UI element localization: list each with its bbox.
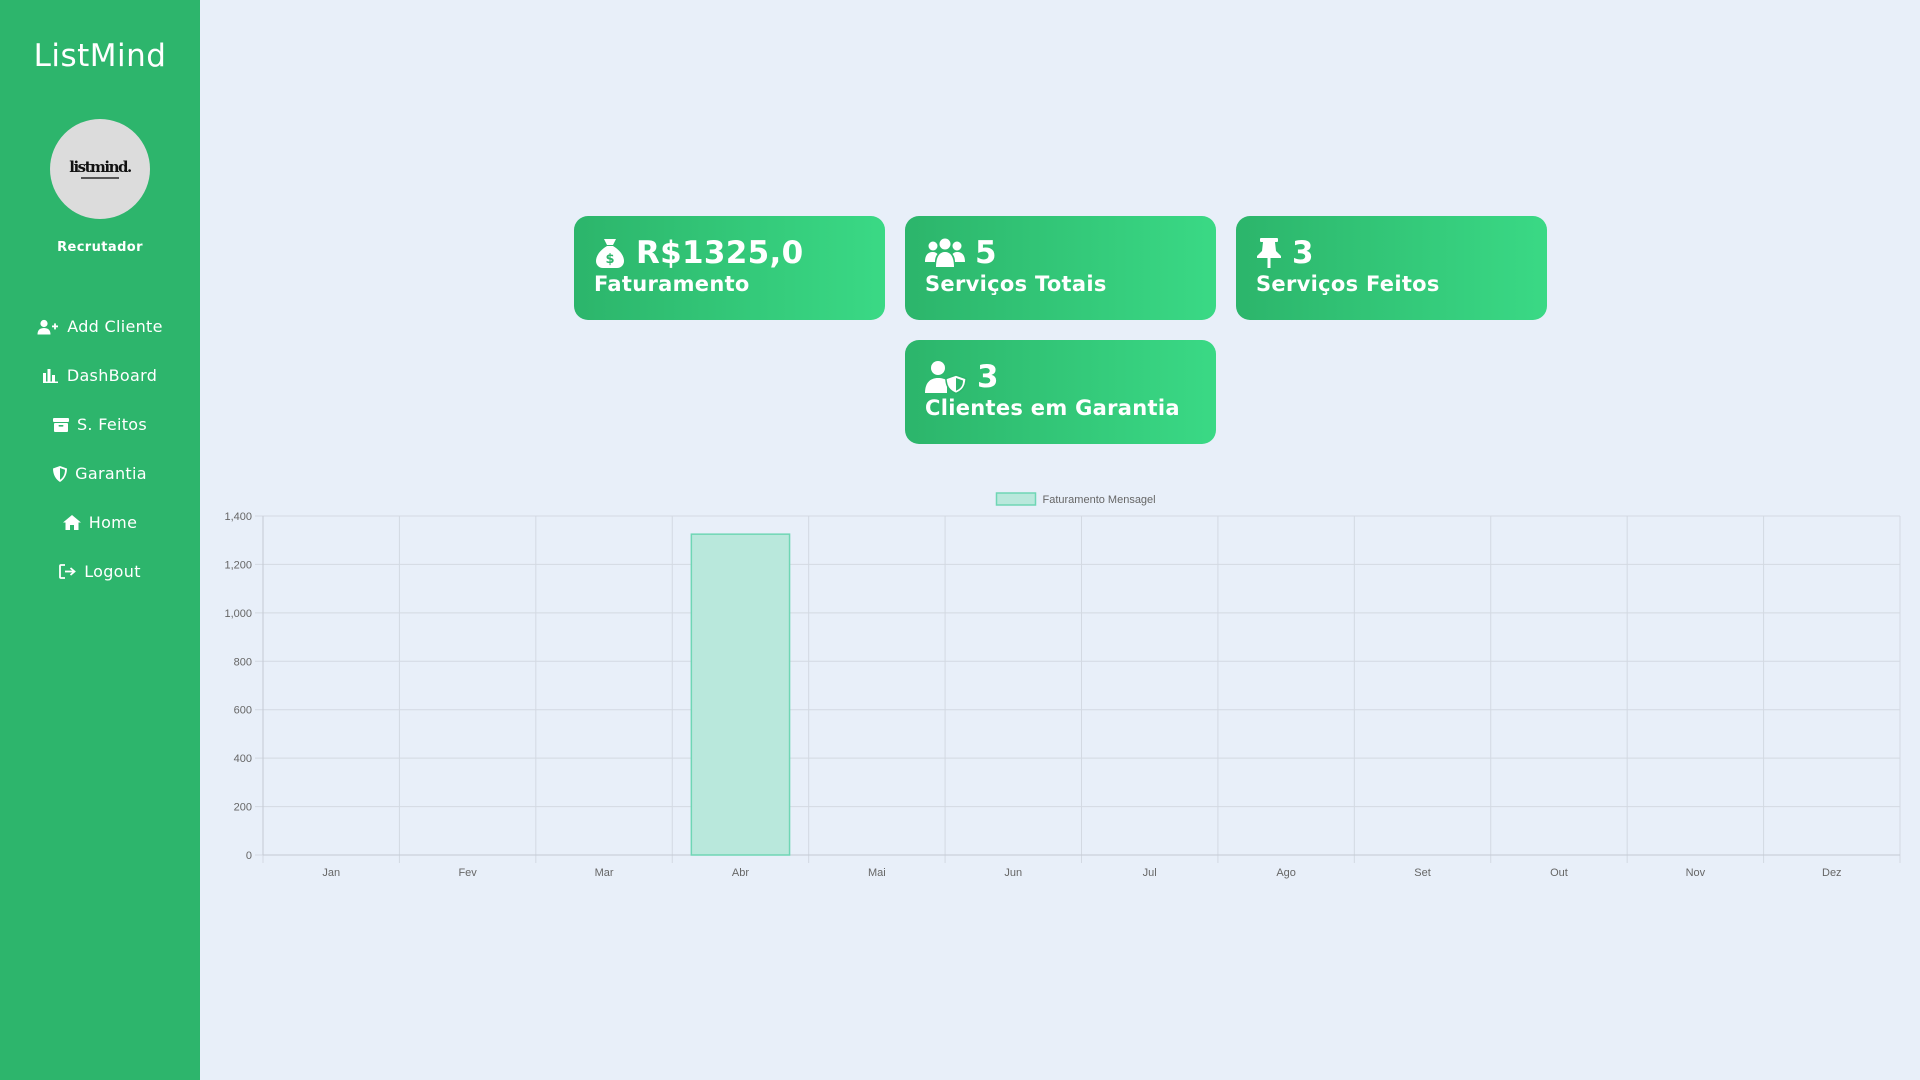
nav-item-s-feitos[interactable]: S. Feitos xyxy=(0,400,200,449)
nav-item-logout[interactable]: Logout xyxy=(0,547,200,596)
bar-chart-icon xyxy=(42,369,58,383)
nav-item-label: Logout xyxy=(84,562,141,581)
card-value: R$1325,0 xyxy=(636,235,804,271)
nav-item-garantia[interactable]: Garantia xyxy=(0,449,200,498)
y-tick-label: 800 xyxy=(234,656,252,668)
app-title: ListMind xyxy=(33,38,167,74)
x-tick-label: Fev xyxy=(458,867,477,879)
stats-row-bottom: 3 Clientes em Garantia xyxy=(573,340,1548,444)
card-label: Serviços Totais xyxy=(925,272,1107,296)
nav-item-label: Add Cliente xyxy=(67,317,163,336)
user-role: Recrutador xyxy=(57,240,143,255)
x-tick-label: Ago xyxy=(1276,867,1296,879)
card-value: 5 xyxy=(975,235,997,271)
revenue-bar-chart: 0 200 400 600 800 1,000 1,200 1,400 Jan Fev Mar Abr… xyxy=(224,492,1901,879)
avatar-logo-text: listmind. xyxy=(69,157,132,176)
money-bag-icon: $ xyxy=(596,239,624,268)
avatar-logo-underline xyxy=(81,176,119,179)
legend-swatch xyxy=(995,492,1037,506)
x-tick-label: Jun xyxy=(1004,867,1022,879)
nav-item-home[interactable]: Home xyxy=(0,498,200,547)
y-tick-label: 200 xyxy=(234,802,252,814)
logout-icon xyxy=(59,564,77,579)
card-value: 3 xyxy=(1292,235,1314,271)
card-servicos-feitos: 3 Serviços Feitos xyxy=(1236,216,1547,320)
card-servicos-totais: 5 Serviços Totais xyxy=(905,216,1216,320)
x-tick-label: Out xyxy=(1550,867,1568,879)
push-pin-icon xyxy=(1257,238,1281,268)
nav-item-label: Home xyxy=(88,513,138,532)
archive-box-icon xyxy=(52,417,69,432)
svg-text:$: $ xyxy=(605,252,614,267)
revenue-chart: 0 200 400 600 800 1,000 1,200 1,400 Jan Fev Mar Abr… xyxy=(210,484,1910,884)
x-tick-label: Set xyxy=(1414,867,1431,879)
nav-item-add-cliente[interactable]: Add Cliente xyxy=(0,302,200,351)
x-tick-label: Abr xyxy=(732,867,749,879)
sidebar-nav: Add Cliente DashBoard S. Feitos Garantia… xyxy=(0,302,200,596)
nav-item-label: Garantia xyxy=(75,464,147,483)
x-tick-label: Nov xyxy=(1686,867,1706,879)
nav-item-dashboard[interactable]: DashBoard xyxy=(0,351,200,400)
x-tick-label: Mar xyxy=(595,867,614,879)
nav-item-label: S. Feitos xyxy=(76,415,148,434)
y-tick-label: 0 xyxy=(246,850,252,862)
sidebar: ListMind listmind. Recrutador Add Client… xyxy=(0,0,200,1080)
y-tick-label: 400 xyxy=(234,753,252,765)
stats-row-top: $ R$1325,0 Faturamento 5 Serviços Totais… xyxy=(573,216,1548,320)
y-tick-label: 1,200 xyxy=(224,559,252,571)
x-tick-label: Jan xyxy=(322,867,340,879)
card-label: Clientes em Garantia xyxy=(925,396,1180,420)
x-tick-label: Mai xyxy=(868,867,886,879)
users-group-icon xyxy=(925,238,965,267)
card-label: Faturamento xyxy=(594,272,750,296)
add-user-icon xyxy=(37,319,59,334)
nav-item-label: DashBoard xyxy=(66,366,158,385)
user-shield-icon xyxy=(925,361,967,394)
shield-icon xyxy=(53,465,68,482)
card-clientes-garantia: 3 Clientes em Garantia xyxy=(905,340,1216,444)
x-tick-label: Jul xyxy=(1143,867,1157,879)
y-tick-label: 1,000 xyxy=(224,608,252,620)
bar-abr xyxy=(690,533,791,856)
card-value: 3 xyxy=(977,359,999,395)
avatar[interactable]: listmind. xyxy=(50,119,150,219)
home-icon xyxy=(62,515,81,530)
card-label: Serviços Feitos xyxy=(1256,272,1440,296)
legend-label: Faturamento Mensagel xyxy=(1043,494,1156,506)
y-tick-label: 600 xyxy=(234,705,252,717)
y-tick-label: 1,400 xyxy=(224,511,252,523)
card-faturamento: $ R$1325,0 Faturamento xyxy=(574,216,885,320)
x-tick-label: Dez xyxy=(1822,867,1842,879)
